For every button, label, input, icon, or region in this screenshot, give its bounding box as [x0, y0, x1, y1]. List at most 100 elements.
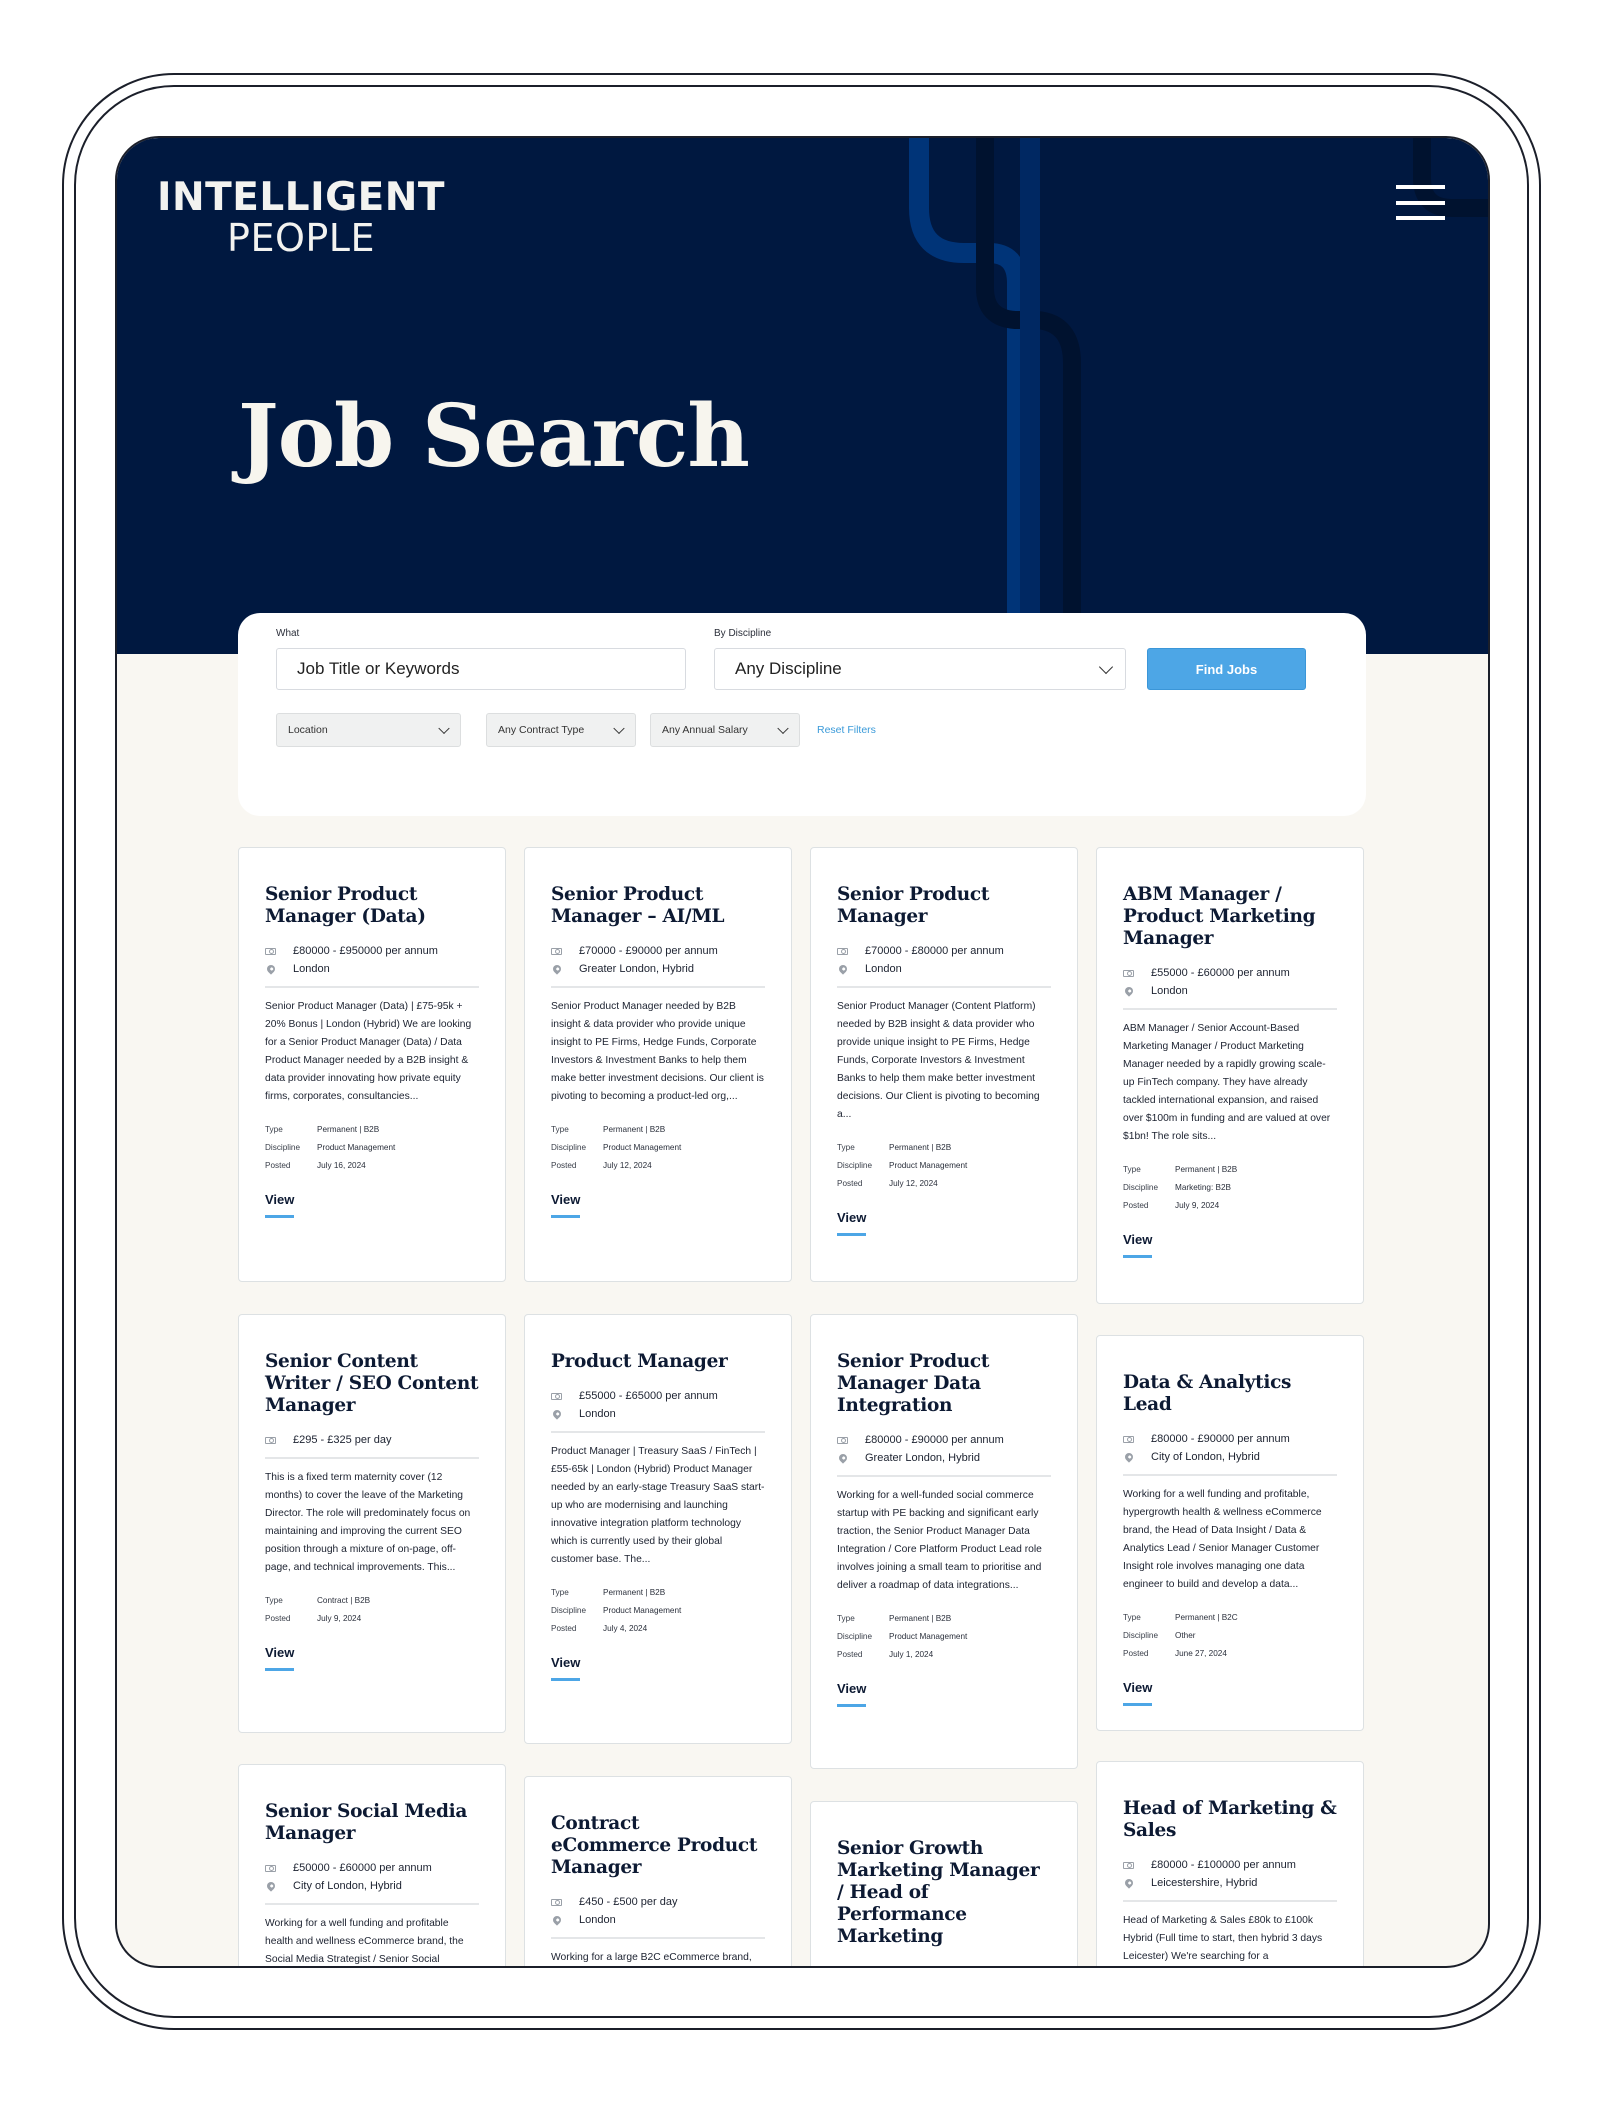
hamburger-menu-icon[interactable]: [1396, 184, 1446, 220]
salary-text: £80000 - £950000 per annum: [293, 945, 438, 957]
job-title[interactable]: ABM Manager / Product Marketing Manager: [1123, 884, 1337, 950]
view-job-link[interactable]: View: [837, 1210, 867, 1236]
salary-row: £80000 - £90000 per annum: [837, 1431, 1051, 1449]
detail-value: Permanent | B2B: [317, 1124, 380, 1134]
detail-row-type: Type Permanent | B2B: [551, 1120, 765, 1138]
detail-label: Type: [551, 1587, 569, 1597]
detail-value: Permanent | B2B: [603, 1124, 666, 1134]
detail-value: Product Management: [889, 1160, 968, 1170]
location-text: Greater London, Hybrid: [865, 1452, 980, 1464]
job-title[interactable]: Product Manager: [551, 1351, 765, 1373]
contract-type-value: Any Contract Type: [498, 724, 585, 736]
detail-label: Posted: [551, 1623, 577, 1633]
salary-text: £55000 - £65000 per annum: [579, 1390, 718, 1402]
job-title[interactable]: Senior Product Manager (Data): [265, 884, 479, 928]
page-title: Job Search: [238, 386, 750, 487]
location-pin-icon: [551, 1914, 571, 1926]
discipline-select[interactable]: Any Discipline: [714, 648, 1126, 690]
detail-row-type: Type Contract | B2B: [265, 1591, 479, 1609]
location-pin-glyph: [1123, 1877, 1135, 1889]
view-job-link[interactable]: View: [1123, 1232, 1153, 1258]
job-title[interactable]: Senior Product Manager – AI/ML: [551, 884, 765, 928]
job-title[interactable]: Senior Product Manager Data Integration: [837, 1351, 1051, 1417]
detail-value: Other: [1175, 1630, 1196, 1640]
card-divider: [265, 1457, 479, 1459]
detail-label: Type: [1123, 1164, 1141, 1174]
job-card[interactable]: Senior Content Writer / SEO Content Mana…: [238, 1314, 506, 1733]
location-pin-icon: [1123, 1877, 1143, 1889]
location-row: City of London, Hybrid: [265, 1877, 479, 1895]
job-card[interactable]: Senior Product Manager – AI/ML £70000 - £…: [524, 847, 792, 1282]
detail-value: Permanent | B2B: [889, 1613, 952, 1623]
find-jobs-button[interactable]: Find Jobs: [1147, 648, 1306, 690]
job-title[interactable]: Senior Content Writer / SEO Content Mana…: [265, 1351, 479, 1417]
discipline-label: By Discipline: [714, 628, 772, 639]
location-pin-glyph: [837, 963, 849, 975]
detail-row-posted: Posted July 1, 2024: [837, 1645, 1051, 1663]
job-card[interactable]: ABM Manager / Product Marketing Manager £…: [1096, 847, 1364, 1304]
job-details: Type Permanent | B2B Discipline Marketing: …: [1123, 1160, 1337, 1214]
salary-text: £80000 - £100000 per annum: [1151, 1859, 1296, 1871]
annual-salary-value: Any Annual Salary: [662, 724, 748, 736]
salary-row: £295 - £325 per day: [265, 1431, 479, 1449]
money-icon: [265, 1864, 285, 1872]
location-text: City of London, Hybrid: [1151, 1451, 1260, 1463]
logo[interactable]: INTELLIGENT PEOPLE: [157, 178, 445, 257]
detail-label: Posted: [837, 1649, 863, 1659]
location-pin-icon: [837, 963, 857, 975]
job-card[interactable]: Senior Product Manager £70000 - £80000 pe…: [810, 847, 1078, 1282]
annual-salary-select[interactable]: Any Annual Salary: [650, 713, 800, 747]
view-job-link[interactable]: View: [551, 1655, 581, 1681]
job-title[interactable]: Senior Social Media Manager: [265, 1801, 479, 1845]
view-job-link[interactable]: View: [837, 1681, 867, 1707]
job-card[interactable]: Data & Analytics Lead £80000 - £90000 per…: [1096, 1335, 1364, 1731]
money-icon-glyph: [265, 947, 276, 955]
view-job-link[interactable]: View: [265, 1192, 295, 1218]
job-title[interactable]: Senior Growth Marketing Manager / Head o…: [837, 1838, 1051, 1948]
card-divider: [1123, 1474, 1337, 1476]
detail-row-posted: Posted July 12, 2024: [551, 1156, 765, 1174]
location-select[interactable]: Location: [276, 713, 461, 747]
view-job-link[interactable]: View: [265, 1645, 295, 1671]
job-card[interactable]: Senior Social Media Manager £50000 - £600…: [238, 1764, 506, 1966]
keywords-input[interactable]: [276, 648, 686, 690]
job-card[interactable]: Senior Growth Marketing Manager / Head o…: [810, 1801, 1078, 1969]
salary-text: £50000 - £60000 per annum: [293, 1862, 432, 1874]
screen: INTELLIGENT PEOPLE Job Search What By Di…: [115, 136, 1490, 1968]
job-title[interactable]: Contract eCommerce Product Manager: [551, 1813, 765, 1879]
salary-text: £80000 - £90000 per annum: [865, 1434, 1004, 1446]
money-icon-glyph: [551, 1392, 562, 1400]
detail-label: Type: [551, 1124, 569, 1134]
job-card[interactable]: Product Manager £55000 - £65000 per annum…: [524, 1314, 792, 1744]
detail-row-discipline: Discipline Product Management: [551, 1138, 765, 1156]
view-job-link[interactable]: View: [551, 1192, 581, 1218]
detail-row-discipline: Discipline Product Management: [265, 1138, 479, 1156]
location-row: London: [551, 1405, 765, 1423]
detail-label: Discipline: [837, 1160, 873, 1170]
detail-value: Permanent | B2B: [1175, 1164, 1238, 1174]
chevron-down-icon: [1098, 659, 1114, 675]
hamburger-bar: [1396, 216, 1445, 220]
job-card[interactable]: Contract eCommerce Product Manager £450 -…: [524, 1776, 792, 1966]
reset-filters-link[interactable]: Reset Filters: [817, 724, 876, 736]
location-pin-glyph: [837, 1452, 849, 1464]
detail-row-discipline: Discipline Product Management: [837, 1627, 1051, 1645]
detail-row-posted: Posted July 4, 2024: [551, 1619, 765, 1637]
job-title[interactable]: Senior Product Manager: [837, 884, 1051, 928]
job-card[interactable]: Senior Product Manager Data Integration £…: [810, 1314, 1078, 1769]
location-text: Leicestershire, Hybrid: [1151, 1877, 1258, 1889]
location-text: London: [1151, 985, 1188, 997]
detail-value: Permanent | B2C: [1175, 1612, 1238, 1622]
location-pin-glyph: [265, 963, 277, 975]
job-card[interactable]: Senior Product Manager (Data) £80000 - £9…: [238, 847, 506, 1282]
money-icon: [551, 1898, 571, 1906]
job-card[interactable]: Head of Marketing & Sales £80000 - £10000…: [1096, 1761, 1364, 1966]
detail-row-discipline: Discipline Product Management: [551, 1601, 765, 1619]
view-job-link[interactable]: View: [1123, 1680, 1153, 1706]
contract-type-select[interactable]: Any Contract Type: [486, 713, 636, 747]
salary-row: £80000 - £950000 per annum: [265, 942, 479, 960]
job-title[interactable]: Head of Marketing & Sales: [1123, 1798, 1337, 1842]
money-icon-glyph: [837, 1968, 848, 1969]
salary-row: £55000 - £65000 per annum: [551, 1387, 765, 1405]
job-title[interactable]: Data & Analytics Lead: [1123, 1372, 1337, 1416]
